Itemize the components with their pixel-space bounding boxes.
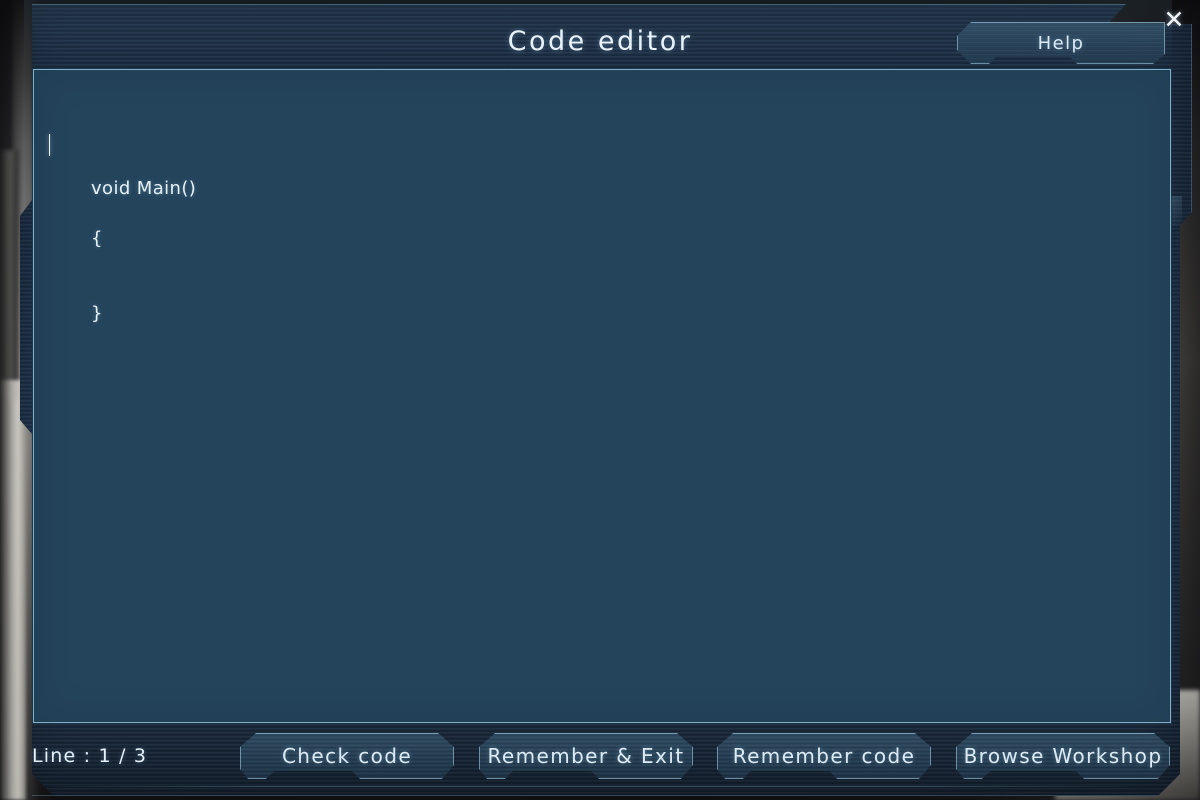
code-text-area[interactable]: void Main() { } (42, 76, 1166, 718)
text-caret (49, 134, 50, 156)
help-button-label: Help (1037, 32, 1085, 54)
background-panel-left-far (0, 150, 18, 400)
background-panel-left (0, 380, 26, 800)
line-status-text: Line : 1 / 3 (32, 745, 148, 767)
code-line-1-text: void Main() (90, 178, 197, 199)
code-line-3: } (42, 276, 1166, 324)
code-line-1: void Main() (42, 126, 1166, 199)
remember-code-button-label: Remember code (732, 744, 916, 768)
code-editor-panel[interactable]: void Main() { } (33, 69, 1171, 723)
code-line-2-text: { (90, 228, 103, 249)
browse-workshop-button-label: Browse Workshop (963, 744, 1163, 768)
check-code-button-label: Check code (281, 744, 413, 768)
remember-and-exit-button-label: Remember & Exit (487, 744, 685, 768)
code-line-3-text: } (90, 303, 103, 324)
code-line-2: { (42, 201, 1166, 249)
code-editor-window: Code editor ✕ Help void Main() { } Line … (0, 0, 1200, 800)
